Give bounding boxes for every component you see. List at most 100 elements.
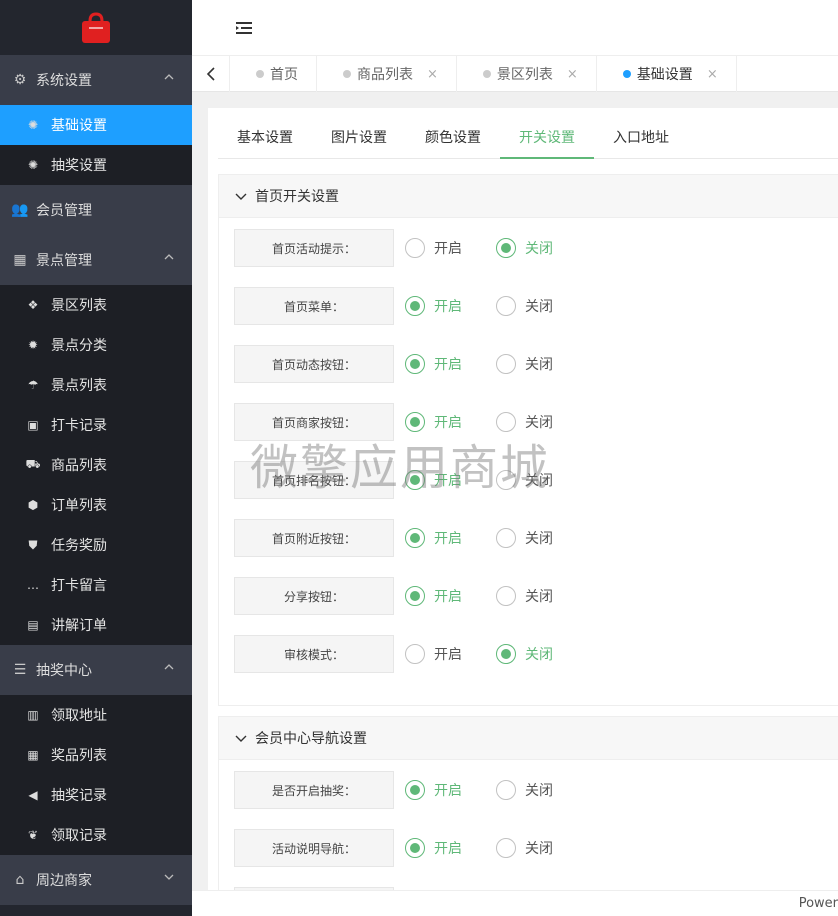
sidebar-item[interactable]: ☂ 景点列表	[0, 365, 192, 405]
radio-label: 关闭	[525, 415, 553, 431]
radio-off[interactable]: 关闭	[496, 470, 576, 490]
sidebar-item[interactable]: ▥ 领取地址	[0, 695, 192, 735]
page-tab-label: 首页	[270, 67, 298, 83]
sidebar-item[interactable]: ⛟ 商品列表	[0, 445, 192, 485]
sidebar-item[interactable]: ❖ 景区列表	[0, 285, 192, 325]
switch-label: 首页菜单：	[234, 287, 394, 325]
sidebar-item[interactable]: ✺ 基础设置	[0, 105, 192, 145]
menu-indent-icon[interactable]	[234, 18, 254, 38]
switch-row: 是否开启抽奖： 开启 关闭	[234, 771, 576, 809]
cubes-icon: ❖	[27, 298, 39, 312]
close-icon[interactable]: ×	[427, 67, 438, 82]
sidebar-item-label: 领取地址	[51, 708, 107, 724]
radio-label: 开启	[434, 473, 462, 489]
radio-on[interactable]: 开启	[405, 586, 485, 606]
sidebar-item[interactable]: ✺ 抽奖设置	[0, 145, 192, 185]
section-title: 会员中心导航设置	[255, 731, 367, 747]
section-header[interactable]: 会员中心导航设置	[219, 717, 838, 760]
radio-on[interactable]: 开启	[405, 354, 485, 374]
radio-off[interactable]: 关闭	[496, 412, 576, 432]
radio-on[interactable]: 开启	[405, 238, 485, 258]
store-icon: ⌂	[15, 872, 25, 888]
radio-circle	[496, 354, 516, 374]
sun-icon: ✹	[27, 338, 39, 352]
page-tab-label: 景区列表	[496, 67, 553, 83]
sidebar-item[interactable]: ✹ 景点分类	[0, 325, 192, 365]
users-icon: 👥	[11, 202, 29, 218]
umbrella-icon: ☂	[27, 378, 39, 392]
sidebar-item-label: 领取记录	[51, 828, 107, 844]
sidebar-item[interactable]: ▦ 奖品列表	[0, 735, 192, 775]
radio-on[interactable]: 开启	[405, 296, 485, 316]
chevron-down-icon	[235, 193, 247, 200]
sidebar-item[interactable]: ⛊ 任务奖励	[0, 525, 192, 565]
sidebar-group-3[interactable]: ☰ 抽奖中心	[0, 645, 192, 695]
radio-label: 开启	[434, 647, 462, 663]
radio-off[interactable]: 关闭	[496, 528, 576, 548]
sidebar-group-1[interactable]: 👥 会员管理	[0, 185, 192, 235]
settings-card: 基本设置 图片设置 颜色设置 开关设置 入口地址 首页开关设置 首页活动提示： 开启 关闭 首页…	[208, 108, 838, 890]
page-tab[interactable]: 商品列表 ×	[317, 56, 457, 92]
settings-tab[interactable]: 基本设置	[218, 120, 312, 159]
radio-label: 关闭	[525, 647, 553, 663]
sidebar-item[interactable]: ⬢ 订单列表	[0, 485, 192, 525]
radio-label: 开启	[434, 531, 462, 547]
logo[interactable]	[0, 0, 192, 55]
radio-on[interactable]: 开启	[405, 644, 485, 664]
switch-label: 审核模式：	[234, 635, 394, 673]
radio-circle	[496, 838, 516, 858]
sidebar-item-label: 打卡记录	[51, 418, 107, 434]
radio-on[interactable]: 开启	[405, 528, 485, 548]
section-header[interactable]: 首页开关设置	[219, 175, 838, 218]
sidebar-item[interactable]: ❦ 领取记录	[0, 815, 192, 855]
settings-section: 会员中心导航设置是否开启抽奖：开启关闭活动说明导航：开启关闭打卡记录导航：开启关…	[218, 716, 838, 890]
page-tab[interactable]: 首页	[230, 56, 317, 92]
radio-off[interactable]: 关闭	[496, 838, 576, 858]
page-tab-label: 商品列表	[357, 67, 413, 83]
radio-off[interactable]: 关闭	[496, 644, 576, 664]
radio-off[interactable]: 关闭	[496, 586, 576, 606]
sidebar-item[interactable]: … 打卡留言	[0, 565, 192, 605]
radio-on[interactable]: 开启	[405, 838, 485, 858]
settings-tab[interactable]: 入口地址	[594, 120, 688, 159]
switch-row: 首页商家按钮： 开启 关闭	[234, 403, 576, 441]
settings-tab[interactable]: 图片设置	[312, 120, 406, 159]
radio-off[interactable]: 关闭	[496, 238, 576, 258]
sidebar-group-2[interactable]: ▦ 景点管理	[0, 235, 192, 285]
radio-circle	[405, 644, 425, 664]
radio-on[interactable]: 开启	[405, 470, 485, 490]
sidebar-group-label: 景点管理	[36, 253, 92, 269]
sidebar-submenu: ▥ 领取地址 ▦ 奖品列表 ◀ 抽奖记录 ❦ 领取记录	[0, 695, 192, 855]
switch-row: 首页动态按钮： 开启 关闭	[234, 345, 576, 383]
radio-circle	[405, 528, 425, 548]
settings-tab[interactable]: 开关设置	[500, 120, 594, 159]
sidebar-group-0[interactable]: ⚙ 系统设置	[0, 55, 192, 105]
switch-row: 审核模式： 开启 关闭	[234, 635, 576, 673]
switch-label: 首页商家按钮：	[234, 403, 394, 441]
close-icon[interactable]: ×	[567, 67, 578, 82]
switch-label: 首页附近按钮：	[234, 519, 394, 557]
radio-label: 开启	[434, 841, 462, 857]
sidebar-item[interactable]: ▤ 讲解订单	[0, 605, 192, 645]
radio-off[interactable]: 关闭	[496, 296, 576, 316]
top-bar	[192, 0, 838, 56]
tab-dot	[482, 70, 491, 78]
sidebar-item[interactable]: ◀ 抽奖记录	[0, 775, 192, 815]
radio-circle	[405, 838, 425, 858]
sidebar-group-4[interactable]: ⌂ 周边商家	[0, 855, 192, 905]
radio-on[interactable]: 开启	[405, 780, 485, 800]
switch-row: 活动说明导航： 开启 关闭	[234, 829, 576, 867]
tabs-scroll-left-button[interactable]	[192, 56, 230, 92]
page-tabs-bar: 首页 商品列表 × 景区列表 × 基础设置 ×	[192, 56, 838, 92]
settings-section: 首页开关设置 首页活动提示： 开启 关闭 首页菜单： 开启 关闭 首页动态按钮： 开启 关闭 首页商…	[218, 174, 838, 706]
radio-off[interactable]: 关闭	[496, 780, 576, 800]
page-tab[interactable]: 景区列表 ×	[457, 56, 597, 92]
radio-off[interactable]: 关闭	[496, 354, 576, 374]
radio-on[interactable]: 开启	[405, 412, 485, 432]
settings-tab[interactable]: 颜色设置	[406, 120, 500, 159]
sidebar-item[interactable]: ▣ 打卡记录	[0, 405, 192, 445]
close-icon[interactable]: ×	[707, 67, 718, 82]
page-tab[interactable]: 基础设置 ×	[597, 56, 737, 92]
tab-dot	[622, 70, 631, 78]
radio-circle	[496, 412, 516, 432]
